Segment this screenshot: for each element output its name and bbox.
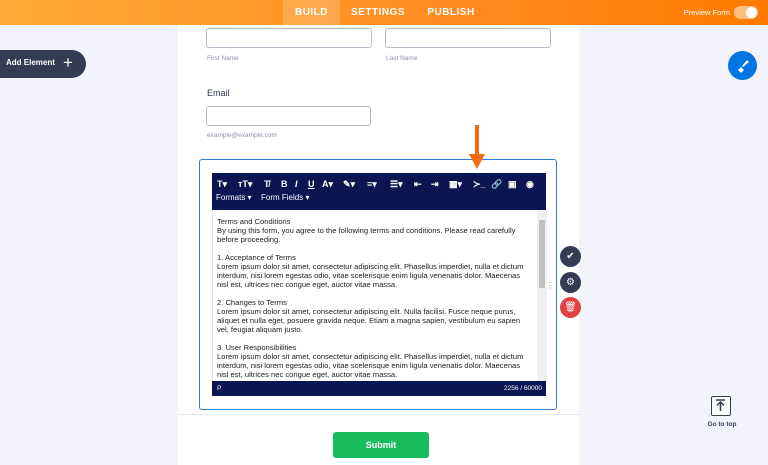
content-paragraph: 1. Acceptance of Terms Lorem ipsum dolor… [217, 253, 524, 289]
element-path: P [217, 385, 222, 392]
trash-icon[interactable]: 🗑 [560, 297, 581, 318]
check-icon[interactable]: ✔ [560, 246, 581, 267]
text-color-icon[interactable]: A▾ [322, 178, 333, 190]
editor-toolbar: T▾ тT▾ T̸ B I U A▾ ✎▾ ≡▾ ☰▾ ⇤ ⇥ ▦▾ ≻_ 🔗 … [212, 173, 546, 210]
content-paragraph: Terms and Conditions By using this form,… [217, 217, 516, 244]
tab-publish[interactable]: PUBLISH [416, 0, 486, 25]
go-to-top-icon[interactable] [711, 396, 731, 416]
formats-dropdown[interactable]: Formats ▾ [216, 193, 252, 202]
char-count: 2256 / 60000 [504, 385, 542, 392]
last-name-sublabel: Last Name [386, 55, 418, 62]
paint-brush-icon[interactable] [728, 51, 757, 80]
preview-toggle[interactable] [734, 6, 758, 19]
form-fields-dropdown[interactable]: Form Fields ▾ [261, 193, 309, 202]
annotation-arrow [475, 125, 479, 157]
list-icon[interactable]: ☰▾ [390, 178, 403, 190]
content-paragraph: 2. Changes to Terms Lorem ipsum dolor si… [217, 298, 521, 334]
submit-button[interactable]: Submit [333, 432, 429, 458]
outdent-icon[interactable]: ⇤ [414, 178, 422, 190]
editor-scrollbar[interactable] [537, 210, 547, 381]
drag-handle-icon[interactable]: ⋮⋮ [546, 281, 561, 290]
email-input[interactable] [206, 106, 371, 126]
highlight-icon[interactable]: ✎▾ [343, 178, 355, 190]
editor-statusbar: P 2256 / 60000 [212, 381, 546, 396]
font-family-icon[interactable]: T▾ [217, 178, 227, 190]
preview-eye-icon[interactable]: ◉ [526, 178, 534, 190]
email-label: Email [207, 88, 230, 98]
image-icon[interactable]: ▣ [508, 178, 517, 190]
top-bar: BUILD SETTINGS PUBLISH Preview Form [0, 0, 768, 25]
editor-text: Terms and Conditions By using this form,… [217, 217, 529, 381]
tab-build[interactable]: BUILD [283, 0, 340, 25]
content-paragraph: 3. User Responsibilities Lorem ipsum dol… [217, 343, 524, 379]
go-to-top-label[interactable]: Go to top [700, 421, 744, 428]
add-element-button[interactable]: Add Element + [0, 50, 86, 78]
italic-icon[interactable]: I [295, 178, 298, 190]
first-name-sublabel: First Name [207, 55, 239, 62]
table-icon[interactable]: ▦▾ [449, 178, 462, 190]
add-element-label: Add Element [6, 58, 55, 67]
gear-icon[interactable]: ⚙ [560, 272, 581, 293]
indent-icon[interactable]: ⇥ [431, 178, 439, 190]
align-icon[interactable]: ≡▾ [367, 178, 377, 190]
divider [178, 414, 579, 415]
toggle-knob [746, 7, 757, 18]
editor-content[interactable]: Terms and Conditions By using this form,… [212, 210, 547, 381]
scrollbar-thumb[interactable] [539, 220, 545, 288]
plus-icon: + [63, 53, 73, 72]
email-sublabel: example@example.com [207, 132, 277, 139]
font-size-icon[interactable]: тT▾ [238, 178, 252, 190]
first-name-input[interactable] [206, 28, 372, 48]
underline-icon[interactable]: U [308, 178, 315, 190]
clear-format-icon[interactable]: T̸ [264, 178, 270, 190]
preview-form-label: Preview Form [683, 8, 730, 17]
bold-icon[interactable]: B [281, 178, 288, 190]
code-icon[interactable]: ≻_ [473, 178, 486, 190]
last-name-input[interactable] [385, 28, 551, 48]
link-icon[interactable]: 🔗 [491, 178, 502, 190]
tab-settings[interactable]: SETTINGS [340, 0, 416, 25]
annotation-arrow-head [469, 154, 485, 169]
